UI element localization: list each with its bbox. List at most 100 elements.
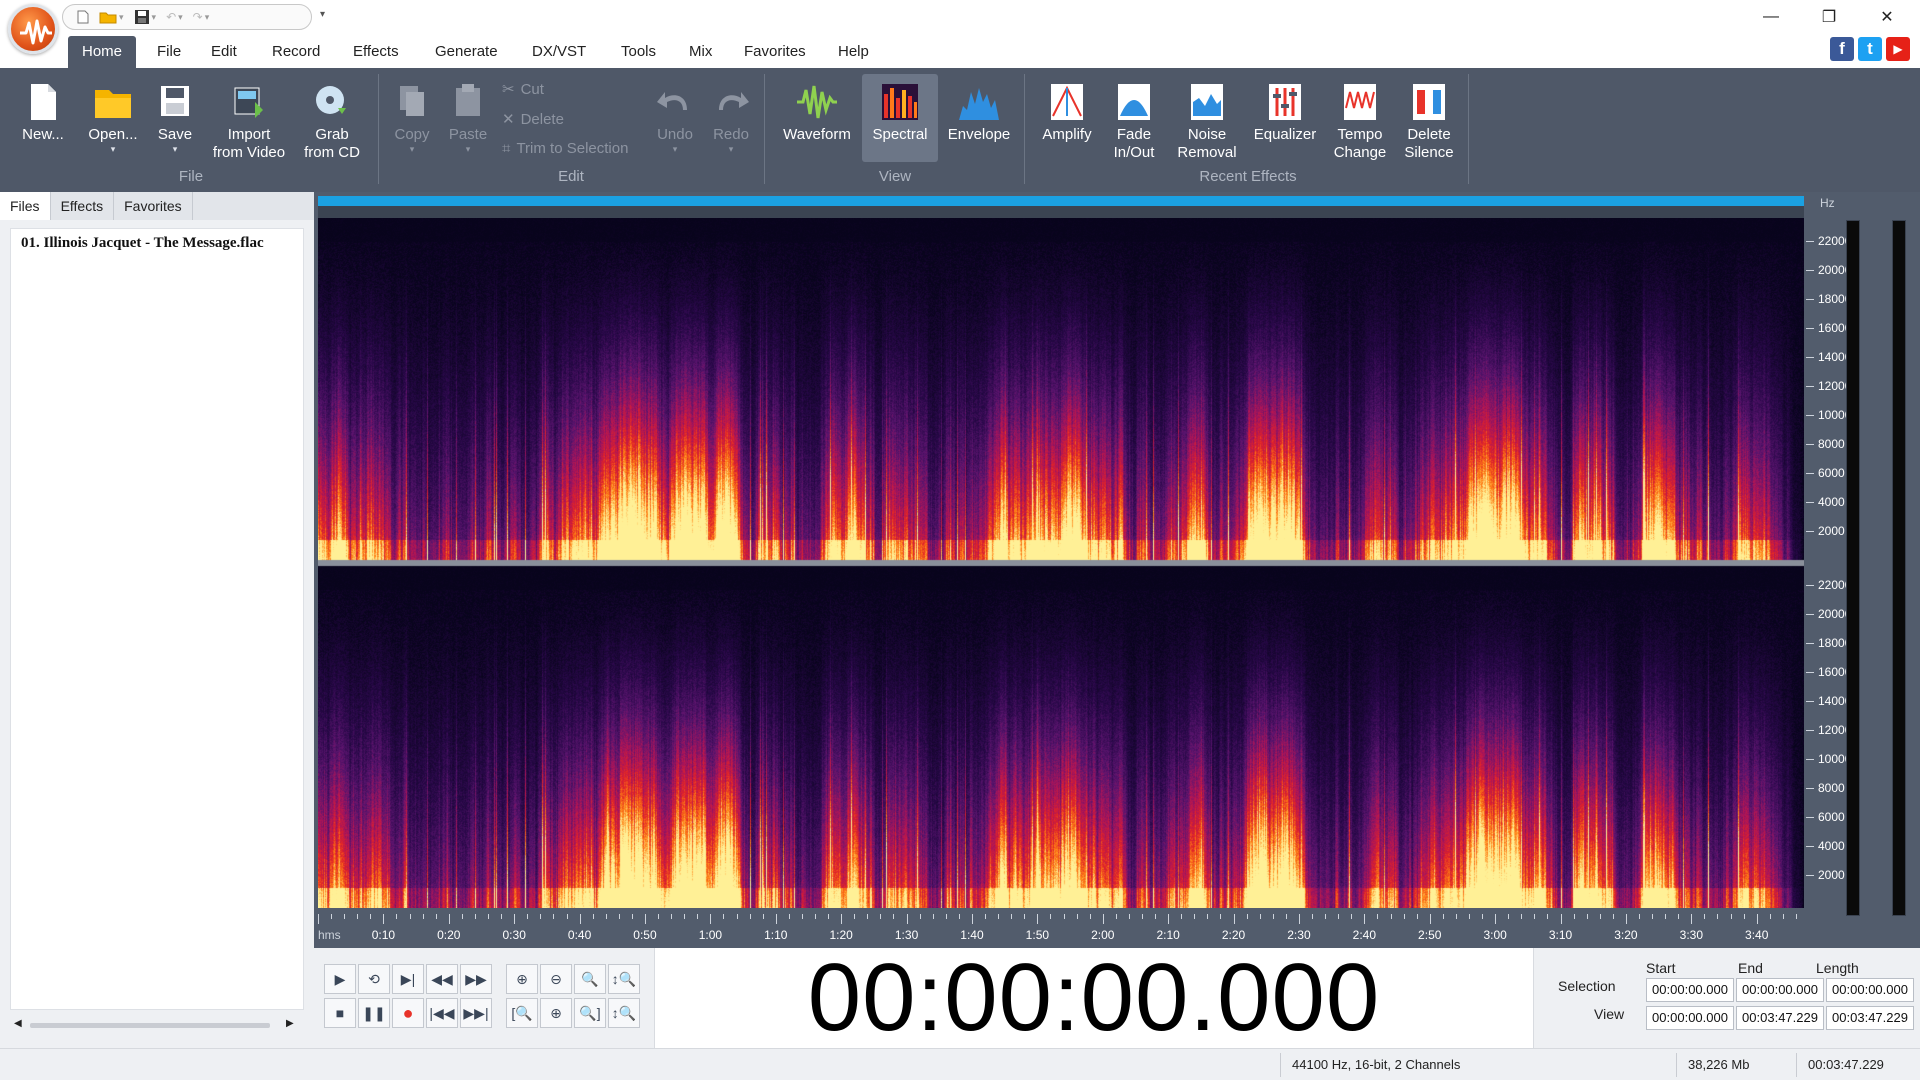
envelope-view-button[interactable]: Envelope <box>944 80 1014 144</box>
view-start-field[interactable]: 00:00:00.000 <box>1646 1006 1734 1030</box>
stop-button[interactable]: ■ <box>324 998 356 1028</box>
import-from-video-button[interactable]: Import from Video <box>208 80 290 162</box>
redo-button[interactable]: Redo ▾ <box>708 80 754 154</box>
time-tick-mark <box>945 914 947 919</box>
go-to-start-button[interactable]: |◀◀ <box>426 998 458 1028</box>
menu-generate[interactable]: Generate <box>435 36 498 68</box>
pause-button[interactable]: ❚❚ <box>358 998 390 1028</box>
time-tick-mark <box>762 914 764 919</box>
tab-favorites[interactable]: Favorites <box>114 192 193 220</box>
horizontal-scrollbar[interactable]: ◀ ▶ <box>14 1018 300 1032</box>
facebook-icon[interactable]: f <box>1830 37 1854 61</box>
copy-button[interactable]: Copy ▾ <box>388 80 436 154</box>
menu-mix[interactable]: Mix <box>689 36 712 68</box>
menu-favorites[interactable]: Favorites <box>744 36 806 68</box>
app-logo[interactable] <box>8 4 58 54</box>
play-to-end-button[interactable]: ▶| <box>392 964 424 994</box>
time-tick-mark <box>1730 914 1732 919</box>
spectrogram-view[interactable] <box>318 218 1804 908</box>
view-end-field[interactable]: 00:03:47.229 <box>1736 1006 1824 1030</box>
rewind-button[interactable]: ◀◀ <box>426 964 458 994</box>
tab-effects[interactable]: Effects <box>51 192 115 220</box>
view-length-field[interactable]: 00:03:47.229 <box>1826 1006 1914 1030</box>
menu-edit[interactable]: Edit <box>211 36 237 68</box>
chevron-down-icon: ▾ <box>465 144 471 154</box>
zoom-full-button[interactable]: 🔍] <box>574 998 606 1028</box>
tempo-change-button[interactable]: Tempo Change <box>1328 80 1392 162</box>
menu-help[interactable]: Help <box>838 36 869 68</box>
chevron-down-icon: ▾ <box>409 144 415 154</box>
time-tick-mark <box>1076 914 1078 919</box>
time-tick-mark <box>1403 914 1405 919</box>
zoom-100-button[interactable]: 🔍 <box>574 964 606 994</box>
zoom-in-button[interactable]: ⊕ <box>506 964 538 994</box>
selection-end-field[interactable]: 00:00:00.000 <box>1736 978 1824 1002</box>
new-button[interactable]: New... <box>14 80 72 144</box>
menu-tools[interactable]: Tools <box>621 36 656 68</box>
menu-dxvst[interactable]: DX/VST <box>532 36 586 68</box>
trim-to-selection-button[interactable]: ⌗ Trim to Selection <box>502 140 628 157</box>
selection-length-field[interactable]: 00:00:00.000 <box>1826 978 1914 1002</box>
selection-start-field[interactable]: 00:00:00.000 <box>1646 978 1734 1002</box>
scroll-right-icon[interactable]: ▶ <box>286 1018 294 1029</box>
menu-home[interactable]: Home <box>68 36 137 68</box>
undo-button[interactable]: Undo ▾ <box>652 80 698 154</box>
grab-from-cd-button[interactable]: Grab from CD <box>296 80 368 162</box>
qat-undo-button[interactable]: ↶ ▾ <box>166 10 183 24</box>
go-to-end-button[interactable]: ▶▶| <box>460 998 492 1028</box>
customize-qat-icon[interactable]: ▾ <box>320 9 325 20</box>
menu-file[interactable]: File <box>157 36 181 68</box>
twitter-icon[interactable]: t <box>1858 37 1882 61</box>
file-list-item[interactable]: 01. Illinois Jacquet - The Message.flac <box>21 235 264 252</box>
qat-new-button[interactable] <box>77 10 89 24</box>
close-button[interactable]: ✕ <box>1858 0 1916 34</box>
menu-record[interactable]: Record <box>272 36 320 68</box>
delete-button[interactable]: ✕ Delete <box>502 110 564 129</box>
youtube-icon[interactable]: ▶ <box>1886 37 1910 61</box>
time-axis[interactable]: hms 0:10 0:20 0:30 0:40 0:50 1:00 1:10 1:20 1:30… <box>318 908 1804 948</box>
time-tick-mark <box>474 914 476 919</box>
time-tick-mark <box>1194 914 1196 919</box>
time-tick-mark <box>1468 914 1470 919</box>
qat-save-button[interactable]: ▾ <box>134 9 156 25</box>
delete-x-icon: ✕ <box>502 111 515 128</box>
zoom-out-button[interactable]: ⊖ <box>540 964 572 994</box>
zoom-vertical-out-button[interactable]: ↕🔍 <box>608 998 640 1028</box>
minimize-button[interactable]: — <box>1742 0 1800 34</box>
fast-forward-button[interactable]: ▶▶ <box>460 964 492 994</box>
qat-redo-button[interactable]: ↷ ▾ <box>193 10 210 24</box>
paste-button[interactable]: Paste ▾ <box>444 80 492 154</box>
play-button[interactable]: ▶ <box>324 964 356 994</box>
scroll-left-icon[interactable]: ◀ <box>14 1018 22 1029</box>
noise-removal-button[interactable]: Noise Removal <box>1170 80 1244 162</box>
save-button[interactable]: Save ▾ <box>150 80 200 154</box>
frequency-tick-mark <box>1806 585 1814 587</box>
film-import-icon <box>234 87 263 118</box>
equalizer-button[interactable]: Equalizer <box>1250 80 1320 144</box>
qat-open-button[interactable]: ▾ <box>99 10 124 24</box>
overview-bar[interactable] <box>318 196 1804 206</box>
open-button[interactable]: Open... ▾ <box>82 80 144 154</box>
redo-icon: ↷ <box>192 10 203 24</box>
spectral-view-button[interactable]: Spectral <box>862 74 938 162</box>
scrollbar-thumb[interactable] <box>30 1023 270 1028</box>
transport-controls: ▶ ⟲ ▶| ◀◀ ▶▶ ■ ❚❚ ● |◀◀ ▶▶| ⊕ ⊖ 🔍 ↕🔍 [🔍 … <box>320 958 650 1038</box>
time-tick-mark <box>1743 914 1745 919</box>
zoom-out-icon: ⊖ <box>550 970 562 987</box>
waveform-view-button[interactable]: Waveform <box>776 80 858 144</box>
loop-button[interactable]: ⟲ <box>358 964 390 994</box>
fade-in-out-button[interactable]: Fade In/Out <box>1106 80 1162 162</box>
restore-button[interactable]: ❐ <box>1800 0 1858 34</box>
frequency-unit-label: Hz <box>1820 196 1835 210</box>
tab-files[interactable]: Files <box>0 192 51 220</box>
amplify-button[interactable]: Amplify <box>1036 80 1098 144</box>
chevron-down-icon: ▾ <box>672 144 678 154</box>
delete-silence-button[interactable]: Delete Silence <box>1398 80 1460 162</box>
record-button[interactable]: ● <box>392 998 424 1028</box>
zoom-fit-button[interactable]: ⊕ <box>540 998 572 1028</box>
menu-effects[interactable]: Effects <box>353 36 399 68</box>
status-separator <box>1796 1053 1797 1077</box>
cut-button[interactable]: ✂ Cut <box>502 80 544 99</box>
zoom-vertical-button[interactable]: ↕🔍 <box>608 964 640 994</box>
zoom-selection-button[interactable]: [🔍 <box>506 998 538 1028</box>
